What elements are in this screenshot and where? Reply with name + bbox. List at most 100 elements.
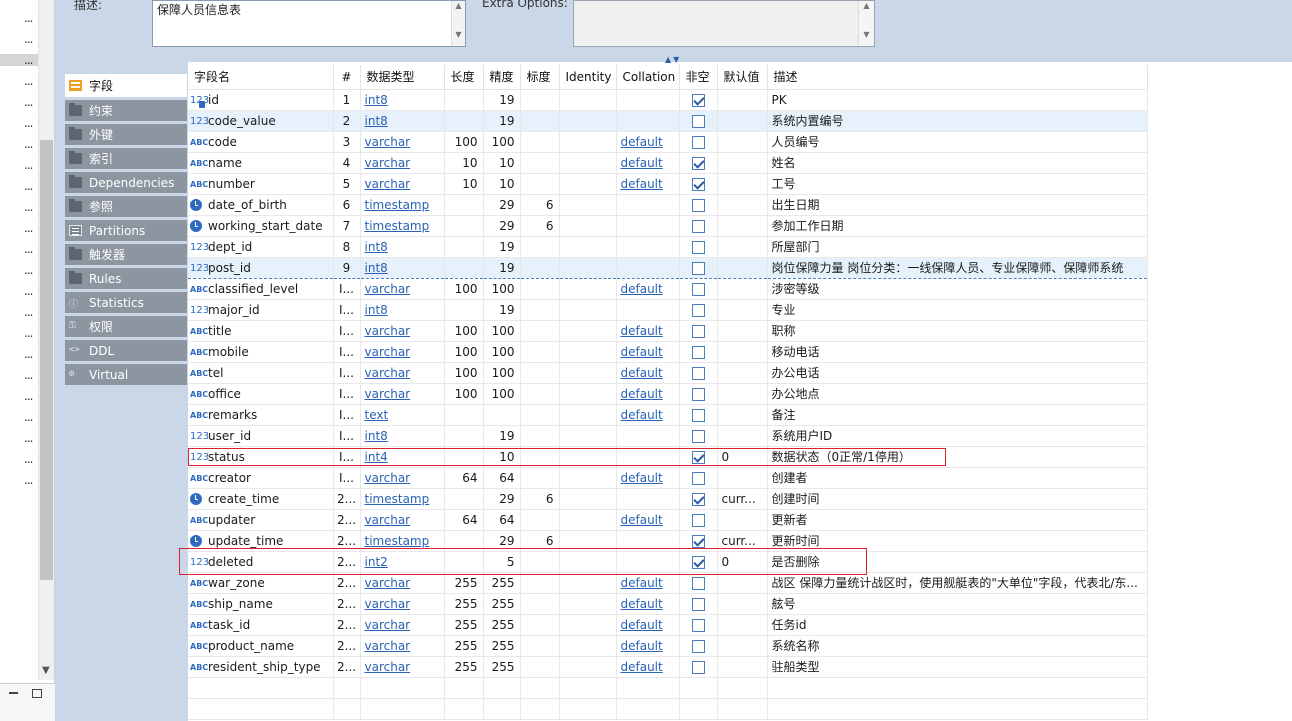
table-row[interactable]: ABCremarks I... text default 备注 xyxy=(188,404,1148,426)
cell-desc[interactable]: 办公地点 xyxy=(767,383,1148,405)
maximize-icon[interactable] xyxy=(32,689,42,698)
cell-type[interactable]: varchar xyxy=(360,635,445,657)
cell-def[interactable] xyxy=(717,614,768,636)
not-null-checkbox[interactable] xyxy=(691,135,705,149)
table-row[interactable]: ABCcreator I... varchar 64 64 default 创建者 xyxy=(188,467,1148,489)
cell-len[interactable]: 64 xyxy=(444,467,484,489)
cell-identity[interactable] xyxy=(559,488,617,510)
cell-identity[interactable] xyxy=(559,194,617,216)
cell-field-name[interactable]: 123post_id xyxy=(188,256,334,279)
tab-dependencies[interactable]: Dependencies xyxy=(65,172,187,194)
not-null-checkbox[interactable] xyxy=(691,450,705,464)
table-row[interactable]: ABCnumber 5 varchar 10 10 default 工号 xyxy=(188,173,1148,195)
cell-identity[interactable] xyxy=(559,215,617,237)
not-null-checkbox[interactable] xyxy=(691,345,705,359)
cell-desc[interactable]: 备注 xyxy=(767,404,1148,426)
cell-not-null[interactable] xyxy=(679,173,718,195)
cell-not-null[interactable] xyxy=(679,614,718,636)
cell-identity[interactable] xyxy=(559,614,617,636)
navigator-item[interactable]: ... xyxy=(24,306,34,318)
description-textarea[interactable]: 保障人员信息表 ▲ ▼ xyxy=(152,0,466,47)
cell-type[interactable]: varchar xyxy=(360,131,445,153)
cell-prec[interactable]: 255 xyxy=(483,635,521,657)
cell-def[interactable] xyxy=(717,593,768,615)
table-row[interactable]: working_start_date 7 timestamp 29 6 参加工作日期 xyxy=(188,215,1148,237)
cell-coll[interactable] xyxy=(616,215,680,237)
cell-type[interactable]: varchar xyxy=(360,278,445,300)
cell-scale[interactable] xyxy=(520,256,560,279)
cell-ord[interactable]: I... xyxy=(333,362,361,384)
table-row[interactable]: 123deleted 2... int2 5 0 是否删除 xyxy=(188,551,1148,573)
column-header[interactable]: 长度 xyxy=(444,65,484,90)
extra-options-textarea[interactable]: ▲ ▼ xyxy=(573,0,875,47)
not-null-checkbox[interactable] xyxy=(691,303,705,317)
cell-not-null[interactable] xyxy=(679,320,718,342)
cell-field-name[interactable]: 123dept_id xyxy=(188,236,334,258)
cell-ord[interactable]: 1 xyxy=(333,89,361,111)
cell-not-null[interactable] xyxy=(679,488,718,510)
cell-field-name[interactable]: ABCname xyxy=(188,152,334,174)
cell-not-null[interactable] xyxy=(679,446,718,468)
cell-coll[interactable]: default xyxy=(616,593,680,615)
cell-len[interactable] xyxy=(444,299,484,321)
cell-field-name[interactable]: ABCtel xyxy=(188,362,334,384)
cell-field-name[interactable]: ABCproduct_name xyxy=(188,635,334,657)
not-null-checkbox[interactable] xyxy=(691,660,705,674)
cell-type[interactable]: varchar xyxy=(360,173,445,195)
cell-desc[interactable]: 出生日期 xyxy=(767,194,1148,216)
table-row[interactable]: ABCname 4 varchar 10 10 default 姓名 xyxy=(188,152,1148,174)
cell-ord[interactable]: 2... xyxy=(333,614,361,636)
cell-field-name[interactable]: 123major_id xyxy=(188,299,334,321)
tab-约束[interactable]: 约束 xyxy=(65,100,187,122)
cell-ord[interactable]: 2... xyxy=(333,572,361,594)
table-row[interactable]: ABCoffice I... varchar 100 100 default 办公地点 xyxy=(188,383,1148,405)
cell-prec[interactable]: 100 xyxy=(483,383,521,405)
cell-len[interactable]: 255 xyxy=(444,614,484,636)
cell-not-null[interactable] xyxy=(679,215,718,237)
cell-prec[interactable]: 19 xyxy=(483,256,521,279)
cell-len[interactable] xyxy=(444,404,484,426)
cell-coll[interactable]: default xyxy=(616,383,680,405)
cell-ord[interactable]: I... xyxy=(333,320,361,342)
cell-ord[interactable]: 2... xyxy=(333,635,361,657)
cell-field-name[interactable]: ABCmobile xyxy=(188,341,334,363)
cell-identity[interactable] xyxy=(559,551,617,573)
cell-not-null[interactable] xyxy=(679,194,718,216)
cell-identity[interactable] xyxy=(559,404,617,426)
cell-def[interactable] xyxy=(717,299,768,321)
navigator-item[interactable]: ... xyxy=(24,12,34,24)
not-null-checkbox[interactable] xyxy=(691,639,705,653)
cell-field-name[interactable]: ABCcode xyxy=(188,131,334,153)
column-header[interactable]: Identity xyxy=(559,65,617,90)
cell-scale[interactable] xyxy=(520,173,560,195)
cell-ord[interactable]: 2... xyxy=(333,530,361,552)
cell-identity[interactable] xyxy=(559,278,617,300)
column-header[interactable]: 字段名 xyxy=(188,65,334,90)
cell-not-null[interactable] xyxy=(679,299,718,321)
cell-len[interactable]: 255 xyxy=(444,635,484,657)
cell-type[interactable]: varchar xyxy=(360,467,445,489)
table-row[interactable]: ABCship_name 2... varchar 255 255 default 舷号 xyxy=(188,593,1148,615)
cell-scale[interactable] xyxy=(520,320,560,342)
cell-prec[interactable]: 29 xyxy=(483,215,521,237)
cell-not-null[interactable] xyxy=(679,467,718,489)
tab-virtual[interactable]: ⚙ Virtual xyxy=(65,364,187,386)
cell-scale[interactable] xyxy=(520,404,560,426)
cell-field-name[interactable]: ABCoffice xyxy=(188,383,334,405)
not-null-checkbox[interactable] xyxy=(691,471,705,485)
cell-scale[interactable] xyxy=(520,341,560,363)
cell-desc[interactable]: 移动电话 xyxy=(767,341,1148,363)
cell-desc[interactable]: 系统名称 xyxy=(767,635,1148,657)
cell-prec[interactable]: 64 xyxy=(483,509,521,531)
cell-scale[interactable] xyxy=(520,383,560,405)
not-null-checkbox[interactable] xyxy=(691,240,705,254)
cell-type[interactable]: varchar xyxy=(360,320,445,342)
cell-scale[interactable] xyxy=(520,614,560,636)
navigator-item[interactable]: ... xyxy=(24,75,34,87)
cell-desc[interactable]: 创建者 xyxy=(767,467,1148,489)
cell-len[interactable]: 100 xyxy=(444,278,484,300)
cell-def[interactable]: curr... xyxy=(717,530,768,552)
cell-identity[interactable] xyxy=(559,89,617,111)
cell-len[interactable] xyxy=(444,236,484,258)
cell-prec[interactable]: 100 xyxy=(483,131,521,153)
